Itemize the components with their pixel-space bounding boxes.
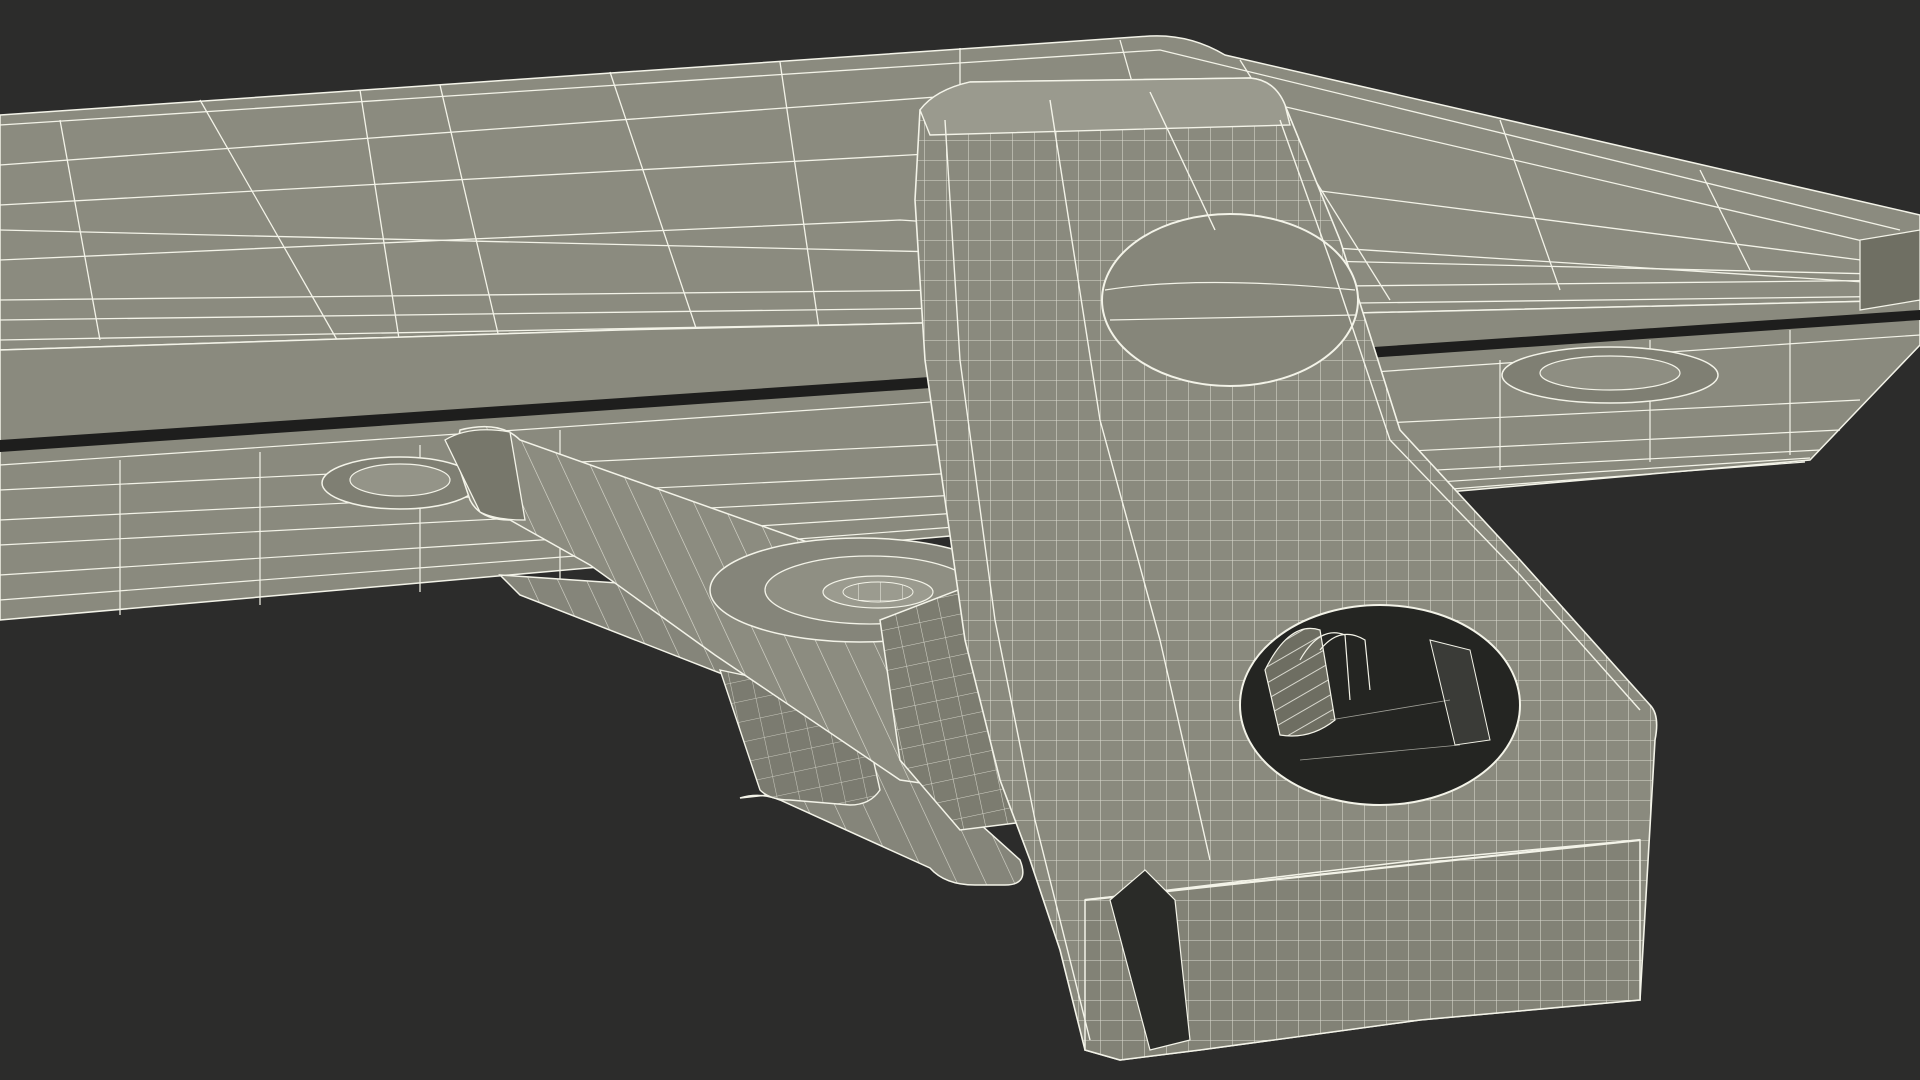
rivet-left-inner [349, 463, 451, 497]
handle-top-lip [919, 77, 1291, 136]
handle-upper-hole [1101, 213, 1359, 387]
wireframe-viewport [0, 0, 1920, 1080]
board-right-side [1859, 229, 1920, 311]
wireframe-render [0, 35, 1920, 1061]
rivet-right-inner [1539, 355, 1681, 391]
